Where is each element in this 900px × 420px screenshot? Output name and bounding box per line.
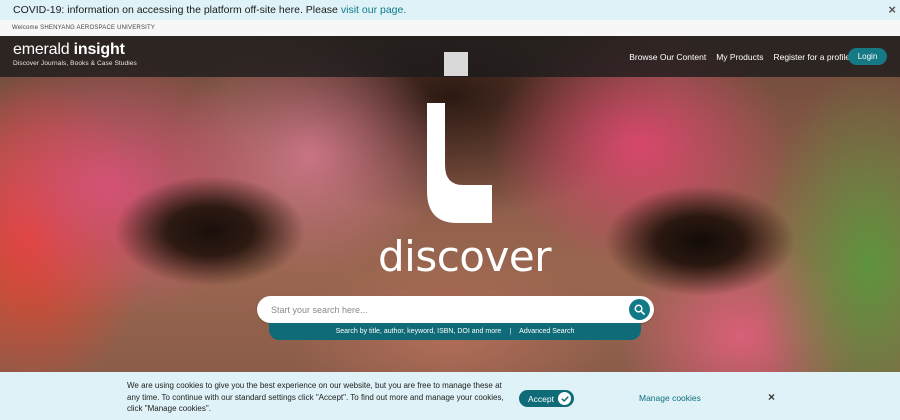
accept-cookies-button[interactable]: Accept <box>519 390 574 407</box>
cookie-banner: We are using cookies to give you the bes… <box>0 372 900 420</box>
close-icon[interactable]: × <box>888 3 896 16</box>
nav-my-products[interactable]: My Products <box>716 52 763 62</box>
search-icon <box>634 304 645 315</box>
hint-separator: | <box>509 328 512 335</box>
welcome-text: Welcome SHENYANG AEROSPACE UNIVERSITY <box>12 25 156 31</box>
check-icon <box>558 392 571 405</box>
search-input[interactable] <box>271 301 611 318</box>
search-hint-bar: Search by title, author, keyword, ISBN, … <box>269 323 641 340</box>
search-box <box>257 296 654 323</box>
accept-label: Accept <box>528 393 554 404</box>
brand-word-insight: insight <box>73 41 125 58</box>
covid-banner: COVID-19: information on accessing the p… <box>0 0 900 20</box>
advanced-search-link[interactable]: Advanced Search <box>519 328 574 335</box>
logo-square-icon <box>444 52 468 76</box>
close-icon[interactable]: × <box>768 391 775 403</box>
covid-banner-text: COVID-19: information on accessing the p… <box>13 4 338 16</box>
emerald-insight-logo[interactable]: emerald insight Discover Journals, Books… <box>13 41 137 67</box>
nav-menu: Browse Our Content My Products Register … <box>629 36 850 77</box>
hero-heading: discover <box>378 232 551 281</box>
covid-info-link[interactable]: visit our page. <box>341 4 406 16</box>
nav-browse-content[interactable]: Browse Our Content <box>629 52 706 62</box>
search-button[interactable] <box>629 299 650 320</box>
nav-register[interactable]: Register for a profile <box>773 52 850 62</box>
search-hint-text: Search by title, author, keyword, ISBN, … <box>335 328 502 335</box>
cookie-message: We are using cookies to give you the bes… <box>127 381 504 413</box>
brand-word-emerald: emerald <box>13 41 74 58</box>
login-button[interactable]: Login <box>848 48 887 65</box>
institution-welcome: Welcome SHENYANG AEROSPACE UNIVERSITY <box>0 20 900 36</box>
manage-cookies-link[interactable]: Manage cookies <box>639 393 701 403</box>
brand-tagline: Discover Journals, Books & Case Studies <box>13 60 137 67</box>
insight-i-logo-icon <box>427 103 492 223</box>
